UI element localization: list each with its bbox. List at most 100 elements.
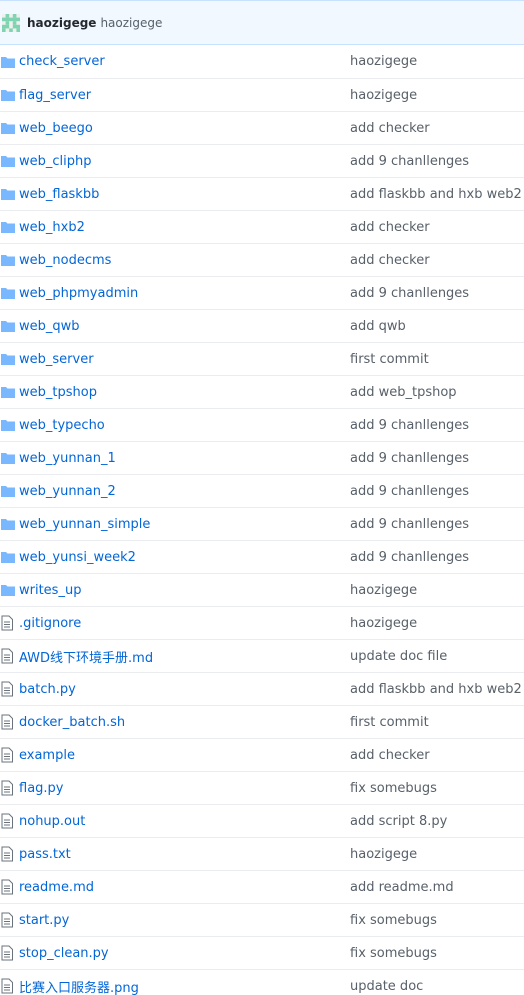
commit-message-link[interactable]: add web_tpshop: [350, 385, 457, 400]
folder-row[interactable]: writes_up haozigege: [0, 573, 524, 606]
file-row[interactable]: nohup.out add script 8.py: [0, 804, 524, 837]
commit-message-link[interactable]: add 9 chanllenges: [350, 484, 469, 499]
folder-icon: [0, 87, 16, 103]
folder-row[interactable]: check_server haozigege: [0, 45, 524, 78]
file-name-link[interactable]: nohup.out: [19, 814, 349, 829]
commit-message-link[interactable]: haozigege: [350, 88, 417, 103]
folder-row[interactable]: web_typecho add 9 chanllenges: [0, 408, 524, 441]
file-name-link[interactable]: web_hxb2: [19, 220, 349, 235]
file-name-link[interactable]: web_flaskbb: [19, 187, 349, 202]
identicon-avatar[interactable]: [2, 13, 20, 32]
file-name-link[interactable]: web_yunnan_1: [19, 451, 349, 466]
file-row[interactable]: readme.md add readme.md: [0, 870, 524, 903]
file-name-link[interactable]: AWD线下环境手册.md: [19, 647, 349, 666]
folder-row[interactable]: web_qwb add qwb: [0, 309, 524, 342]
file-name-link[interactable]: web_typecho: [19, 418, 349, 433]
commit-message-link[interactable]: haozigege: [350, 54, 417, 69]
file-name-link[interactable]: readme.md: [19, 880, 349, 895]
file-name-link[interactable]: check_server: [19, 54, 349, 69]
commit-message-link[interactable]: add 9 chanllenges: [350, 517, 469, 532]
commit-message-link[interactable]: add 9 chanllenges: [350, 154, 469, 169]
file-name-link[interactable]: web_tpshop: [19, 385, 349, 400]
file-icon: [0, 615, 16, 631]
folder-row[interactable]: flag_server haozigege: [0, 78, 524, 111]
file-row[interactable]: stop_clean.py fix somebugs: [0, 936, 524, 969]
commit-message-link[interactable]: add flaskbb and hxb web2 in: [350, 187, 524, 202]
file-row[interactable]: flag.py fix somebugs: [0, 771, 524, 804]
commit-message-link[interactable]: haozigege: [350, 583, 417, 598]
commit-message-link[interactable]: update doc: [350, 979, 423, 994]
file-row[interactable]: pass.txt haozigege: [0, 837, 524, 870]
folder-icon: [0, 153, 16, 169]
folder-icon: [0, 582, 16, 598]
file-row[interactable]: AWD线下环境手册.md update doc file: [0, 639, 524, 672]
file-list: check_server haozigege flag_server haozigeg…: [0, 45, 524, 995]
folder-row[interactable]: web_yunnan_1 add 9 chanllenges: [0, 441, 524, 474]
file-name-link[interactable]: .gitignore: [19, 616, 349, 631]
file-name-link[interactable]: docker_batch.sh: [19, 715, 349, 730]
folder-row[interactable]: web_beego add checker: [0, 111, 524, 144]
commit-message-link[interactable]: first commit: [350, 352, 429, 367]
folder-row[interactable]: web_phpmyadmin add 9 chanllenges: [0, 276, 524, 309]
folder-row[interactable]: web_yunnan_2 add 9 chanllenges: [0, 474, 524, 507]
file-name-link[interactable]: web_cliphp: [19, 154, 349, 169]
commit-message-link[interactable]: add checker: [350, 748, 430, 763]
folder-row[interactable]: web_server first commit: [0, 342, 524, 375]
file-name-link[interactable]: example: [19, 748, 349, 763]
latest-commit-bar: haozigege haozigege: [0, 0, 524, 45]
folder-icon: [0, 219, 16, 235]
file-name-link[interactable]: web_qwb: [19, 319, 349, 334]
file-row[interactable]: example add checker: [0, 738, 524, 771]
file-row[interactable]: 比赛入口服务器.png update doc: [0, 969, 524, 995]
folder-icon: [0, 549, 16, 565]
file-row[interactable]: .gitignore haozigege: [0, 606, 524, 639]
file-row[interactable]: start.py fix somebugs: [0, 903, 524, 936]
file-row[interactable]: docker_batch.sh first commit: [0, 705, 524, 738]
commit-message-link[interactable]: add checker: [350, 253, 430, 268]
commit-message-link[interactable]: add readme.md: [350, 880, 454, 895]
commit-message-link[interactable]: add checker: [350, 220, 430, 235]
commit-message-link[interactable]: fix somebugs: [350, 946, 437, 961]
file-name-link[interactable]: stop_clean.py: [19, 946, 349, 961]
file-name-link[interactable]: web_phpmyadmin: [19, 286, 349, 301]
folder-row[interactable]: web_flaskbb add flaskbb and hxb web2 in: [0, 177, 524, 210]
commit-author[interactable]: haozigege: [27, 16, 96, 30]
commit-message-link[interactable]: add 9 chanllenges: [350, 550, 469, 565]
file-name-link[interactable]: web_beego: [19, 121, 349, 136]
commit-message-link[interactable]: add qwb: [350, 319, 406, 334]
file-name-link[interactable]: web_nodecms: [19, 253, 349, 268]
folder-row[interactable]: web_tpshop add web_tpshop: [0, 375, 524, 408]
file-name-link[interactable]: 比赛入口服务器.png: [19, 977, 349, 995]
commit-message-link[interactable]: fix somebugs: [350, 913, 437, 928]
commit-message-link[interactable]: add 9 chanllenges: [350, 451, 469, 466]
commit-message-link[interactable]: fix somebugs: [350, 781, 437, 796]
commit-message-link[interactable]: add checker: [350, 121, 430, 136]
file-name-link[interactable]: web_yunnan_2: [19, 484, 349, 499]
commit-message-link[interactable]: add 9 chanllenges: [350, 418, 469, 433]
commit-message-link[interactable]: haozigege: [350, 847, 417, 862]
file-name-link[interactable]: web_yunnan_simple: [19, 517, 349, 532]
commit-message-link[interactable]: add flaskbb and hxb web2 in: [350, 682, 524, 697]
commit-message-link[interactable]: haozigege: [350, 616, 417, 631]
commit-message-link[interactable]: add script 8.py: [350, 814, 447, 829]
file-name-link[interactable]: writes_up: [19, 583, 349, 598]
file-name-link[interactable]: batch.py: [19, 682, 349, 697]
commit-message-link[interactable]: first commit: [350, 715, 429, 730]
file-name-link[interactable]: web_server: [19, 352, 349, 367]
folder-icon: [0, 318, 16, 334]
file-name-link[interactable]: flag_server: [19, 88, 349, 103]
file-name-link[interactable]: web_yunsi_week2: [19, 550, 349, 565]
file-name-link[interactable]: start.py: [19, 913, 349, 928]
file-row[interactable]: batch.py add flaskbb and hxb web2 in: [0, 672, 524, 705]
commit-message[interactable]: haozigege: [100, 16, 162, 30]
commit-message-link[interactable]: add 9 chanllenges: [350, 286, 469, 301]
folder-icon: [0, 351, 16, 367]
folder-row[interactable]: web_hxb2 add checker: [0, 210, 524, 243]
file-name-link[interactable]: pass.txt: [19, 847, 349, 862]
folder-row[interactable]: web_cliphp add 9 chanllenges: [0, 144, 524, 177]
folder-row[interactable]: web_yunsi_week2 add 9 chanllenges: [0, 540, 524, 573]
folder-row[interactable]: web_yunnan_simple add 9 chanllenges: [0, 507, 524, 540]
commit-message-link[interactable]: update doc file: [350, 649, 447, 664]
folder-row[interactable]: web_nodecms add checker: [0, 243, 524, 276]
file-name-link[interactable]: flag.py: [19, 781, 349, 796]
